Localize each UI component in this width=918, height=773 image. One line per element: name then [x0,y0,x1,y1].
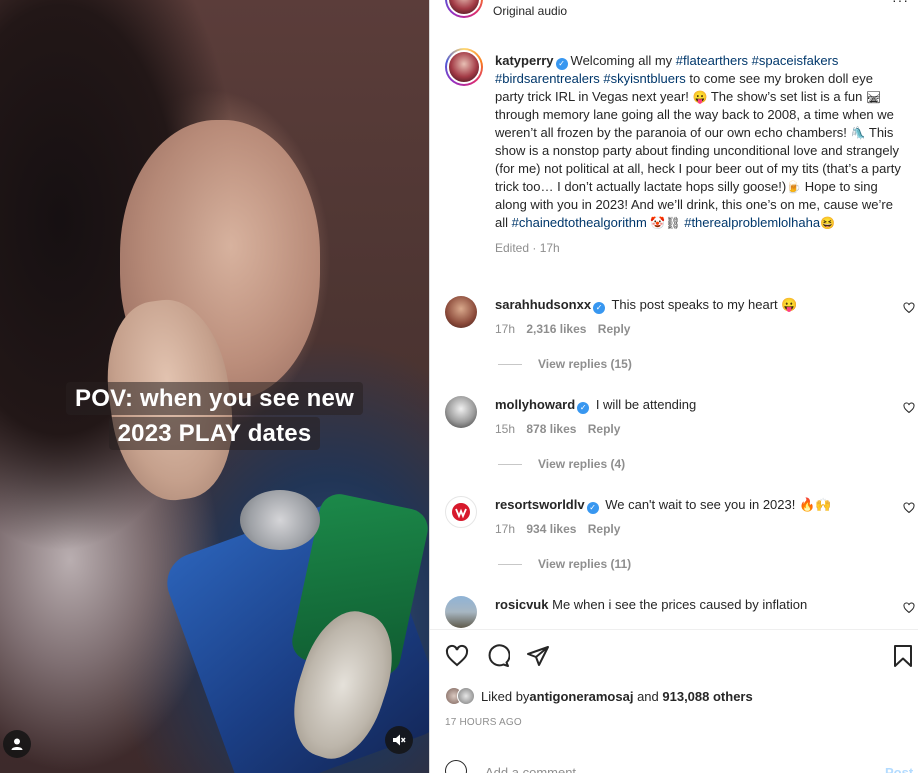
paper-plane-icon[interactable] [526,644,550,668]
commenter-avatar[interactable] [445,296,477,328]
tongue-emoji-icon: 😛 [692,90,708,104]
reel-video[interactable]: POV: when you see new 2023 PLAY dates [0,0,429,773]
mute-toggle-button[interactable] [385,726,413,754]
reply-button[interactable]: Reply [588,422,621,436]
comment-input[interactable]: Add a comment… [485,765,589,773]
commenter-avatar[interactable] [445,396,477,428]
comment-likes[interactable]: 2,316 likes [526,322,586,336]
commenter-username[interactable]: sarahhudsonxx [495,297,591,312]
view-replies-button[interactable]: View replies (11) [498,557,631,571]
comment-likes[interactable]: 878 likes [526,422,576,436]
video-caption-line-1: POV: when you see new [0,382,429,415]
resorts-world-logo-icon [452,503,470,521]
video-scene-microphone [240,490,320,550]
caption-text: through memory lane going all the way ba… [495,107,894,140]
liked-by-row: Liked by antigoneramosaj and 913,088 oth… [445,686,753,706]
header-avatar[interactable] [445,0,483,18]
video-caption-line-2: 2023 PLAY dates [0,417,429,450]
add-comment-bar: Add a comment… Post [445,760,915,773]
comment-body: rosicvuk Me when i see the prices caused… [495,596,890,614]
hashtag[interactable]: #therealproblemlolhaha [684,215,820,230]
caption-text: Welcoming all my [570,53,676,68]
view-replies-button[interactable]: View replies (15) [498,357,632,371]
comment-time: 17h [495,322,516,336]
comment-heart-icon[interactable] [903,502,915,514]
hashtag[interactable]: #skyisntbluers [603,71,685,86]
tagged-users-button[interactable] [3,730,31,758]
view-replies-button[interactable]: View replies (4) [498,457,625,471]
reply-button[interactable]: Reply [598,322,631,336]
comment-heart-icon[interactable] [903,402,915,414]
comment-meta: 17h 2,316 likes Reply [495,322,638,336]
original-audio-link[interactable]: Original audio [493,4,567,18]
hashtag[interactable]: #flatearthers [676,53,748,68]
verified-badge-icon: ✓ [586,502,599,514]
post-timestamp: 17 HOURS AGO [445,717,522,728]
more-options-icon[interactable]: ··· [892,0,909,8]
comment-icon[interactable] [486,644,510,668]
post-comment-button[interactable]: Post [885,765,913,773]
commenter-username[interactable]: mollyhoward [495,397,575,412]
comment-text: This post speaks to my heart 😛 [611,297,798,312]
user-tag-icon [11,738,23,750]
comment-heart-icon[interactable] [903,302,915,314]
commenter-avatar[interactable] [445,596,477,628]
post-side-panel: Original audio ··· katyperry ✓ Welcoming a… [430,0,918,773]
heart-icon[interactable] [445,644,469,668]
edited-timestamp: Edited · 17h [495,241,560,255]
comment-meta: 15h 878 likes Reply [495,422,628,436]
laughing-emoji-icon: 😆 [820,216,836,230]
caption-text: The show’s set list is a fun [707,89,866,104]
author-avatar[interactable] [445,48,483,86]
slide-emoji-icon: 🛝 [850,126,866,140]
beer-emoji-icon: 🍺 [786,180,802,194]
comment-text: We can't wait to see you in 2023! 🔥🙌 [605,497,832,512]
bookmark-icon[interactable] [891,644,915,668]
commenter-username[interactable]: resortsworldlv [495,497,585,512]
commenter-username[interactable]: rosicvuk [495,597,548,612]
comment-meta: 17h 934 likes Reply [495,522,628,536]
comment-text: I will be attending [595,397,697,412]
chain-emoji-icon: ⛓ [665,216,681,230]
liker-avatar[interactable] [457,687,475,705]
comment-heart-icon[interactable] [903,602,915,614]
reply-button[interactable]: Reply [588,522,621,536]
comment-body: sarahhudsonxx ✓ This post speaks to my he… [495,296,890,314]
emoji-picker-icon[interactable] [445,760,467,773]
commenter-avatar[interactable] [445,496,477,528]
hashtag[interactable]: #birdsarentrealers [495,71,600,86]
verified-badge-icon: ✓ [555,58,568,70]
verified-badge-icon: ✓ [577,402,590,414]
comment-body: resortsworldlv ✓ We can't wait to see you… [495,496,890,514]
comment-time: 17h [495,522,516,536]
hashtag[interactable]: #chainedtothealgorithm [512,215,647,230]
comment-likes[interactable]: 934 likes [526,522,576,536]
verified-badge-icon: ✓ [593,302,606,314]
comment-text: Me when i see the prices caused by infla… [552,597,808,612]
likes-count-button[interactable]: 913,088 others [662,689,752,704]
railway-emoji-icon: 🛤 [865,90,882,104]
liked-by-username[interactable]: antigoneramosaj [529,689,633,704]
liked-by-prefix: Liked by [481,688,530,704]
comment-time: 15h [495,422,516,436]
liked-by-middle: and [633,688,663,704]
comment-body: mollyhoward ✓ I will be attending [495,396,890,414]
muted-speaker-icon [393,734,406,746]
author-username[interactable]: katyperry [495,53,554,68]
hashtag[interactable]: #spaceisfakers [752,53,839,68]
clown-emoji-icon: 🤡 [650,216,666,230]
post-caption: katyperry ✓ Welcoming all my #flatearthers… [495,52,905,257]
actions-divider [430,629,918,630]
